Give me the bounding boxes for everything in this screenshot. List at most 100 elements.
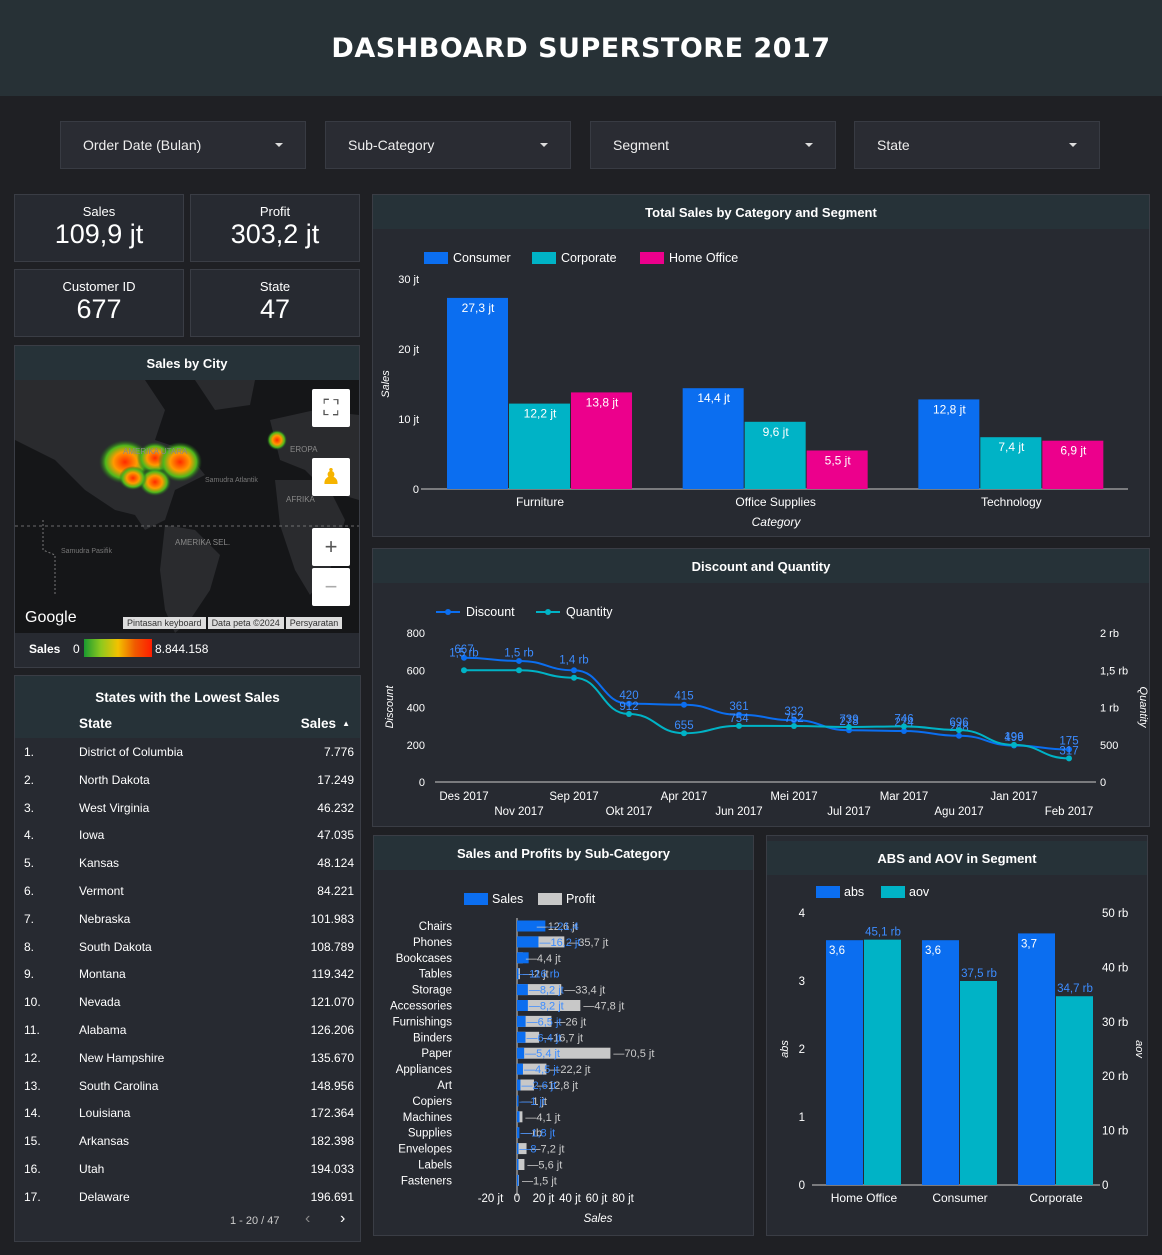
row-sales: 196.691 [310, 1189, 354, 1204]
table-row[interactable]: 6. Vermont 84.221 [15, 877, 360, 905]
zoom-out-button[interactable]: − [312, 568, 350, 606]
table-row[interactable]: 12. New Hampshire 135.670 [15, 1044, 360, 1072]
legend-swatch [464, 893, 488, 905]
row-sales: 172.364 [310, 1106, 354, 1121]
x-tick-label: Feb 2017 [1045, 806, 1094, 818]
row-state: District of Columbia [79, 745, 184, 759]
chart-title: Total Sales by Category and Segment [373, 195, 1149, 229]
data-label: 361 [729, 701, 748, 713]
next-page-icon[interactable]: › [340, 1210, 345, 1228]
pegman-icon[interactable]: ♟ [312, 458, 350, 496]
fullscreen-icon[interactable]: ⛶ [312, 389, 350, 427]
filter-segment[interactable]: Segment [590, 121, 836, 169]
sales-bar [517, 1111, 520, 1123]
table-row[interactable]: 5. Kansas 48.124 [15, 849, 360, 877]
y-tick-label: 10 jt [398, 414, 419, 426]
abs-aov-chart-panel: ABS and AOV in Segment abs aov 0 1 2 3 4 0 10 rb… [766, 835, 1148, 1236]
map-label-af: AFRIKA [286, 495, 316, 504]
category-label: Consumer [932, 1191, 987, 1205]
zoom-in-button[interactable]: + [312, 528, 350, 566]
table-row[interactable]: 3. West Virginia 46.232 [15, 794, 360, 822]
legend-label: Sales [492, 892, 523, 906]
discount-quantity-chart: Discount Quantity 0 200 400 600 800 0 500 1 rb 1,5… [384, 605, 1149, 818]
data-label: 1,4 rb [559, 655, 588, 667]
city-heatmap[interactable]: AMERIKA UTARA EROPA AFRIKA AMERIKA SEL. … [15, 380, 359, 633]
filter-state[interactable]: State [854, 121, 1100, 169]
y-tick-label: 4 [799, 908, 806, 920]
filter-label: Segment [613, 137, 670, 153]
sales-bar [517, 1031, 526, 1043]
map-legend-min: 0 [73, 642, 80, 656]
data-label: 754 [729, 713, 749, 725]
row-sales: 182.398 [310, 1134, 354, 1149]
terms-link[interactable]: Persyaratan [285, 617, 343, 629]
table-row[interactable]: 4. Iowa 47.035 [15, 821, 360, 849]
sales-label: —2,6 jt [521, 1080, 556, 1092]
filter-label: Sub-Category [348, 137, 435, 153]
row-number: 3. [24, 800, 35, 815]
profit-label: —4,4 jt [526, 953, 561, 965]
data-point [516, 667, 522, 674]
legend-label: Corporate [561, 251, 617, 265]
aov-bar [864, 939, 901, 1185]
prev-page-icon[interactable]: ‹ [305, 1210, 310, 1228]
filter-order-date[interactable]: Order Date (Bulan) [60, 121, 306, 169]
table-row[interactable]: 17. Delaware 196.691 [15, 1183, 360, 1211]
y-axis-label: abs [779, 1040, 791, 1058]
sales-label: —21,4 [546, 921, 578, 933]
dashboard-header: DASHBOARD SUPERSTORE 2017 [0, 0, 1162, 96]
filter-sub-category[interactable]: Sub-Category [325, 121, 571, 169]
row-state: Iowa [79, 828, 105, 843]
row-sales: 101.983 [310, 911, 354, 926]
x-axis-label: Category [752, 515, 802, 529]
aov-value-label: 45,1 rb [865, 927, 901, 939]
sales-bar [517, 984, 528, 996]
table-row[interactable]: 13. South Carolina 148.956 [15, 1072, 360, 1100]
sales-bar [517, 1127, 520, 1139]
category-label: Technology [981, 495, 1042, 509]
table-row[interactable]: 1. District of Columbia 7.776 [15, 738, 360, 766]
row-number: 2. [24, 772, 35, 787]
row-state: South Dakota [79, 939, 152, 954]
x-axis-label: Sales [584, 1213, 613, 1225]
table-row[interactable]: 10. Nevada 121.070 [15, 988, 360, 1016]
map-label-na: AMERIKA UTARA [123, 447, 188, 456]
table-row[interactable]: 9. Montana 119.342 [15, 960, 360, 988]
table-row[interactable]: 8. South Dakota 108.789 [15, 933, 360, 961]
sales-label: —5,4 jt [525, 1048, 560, 1060]
category-segment-chart-panel: Total Sales by Category and Segment Cons… [372, 194, 1150, 537]
column-header-state[interactable]: State [79, 716, 112, 731]
row-sales: 148.956 [310, 1078, 354, 1093]
table-row[interactable]: 2. North Dakota 17.249 [15, 766, 360, 794]
kpi-customer-id: Customer ID 677 [14, 269, 184, 337]
table-row[interactable]: 15. Arkansas 182.398 [15, 1127, 360, 1155]
abs-aov-chart: abs aov 0 1 2 3 4 0 10 rb 20 rb 30 rb 40 rb 50 rb abs… [779, 885, 1145, 1205]
table-row[interactable]: 14. Louisiana 172.364 [15, 1099, 360, 1127]
sales-label: —116 rb [518, 969, 559, 981]
sales-label: —6,5 jt [527, 1016, 562, 1028]
keyboard-shortcuts-link[interactable]: Pintasan keyboard [123, 617, 206, 629]
row-sales: 108.789 [310, 939, 354, 954]
x-tick-label: Nov 2017 [494, 806, 543, 818]
data-point [461, 667, 467, 674]
sales-bar [517, 1079, 521, 1091]
legend-label: Quantity [566, 605, 613, 619]
x-tick-label: 40 jt [559, 1193, 582, 1205]
sort-ascending-icon[interactable]: ▲ [342, 719, 350, 728]
y-tick-label: 800 [407, 628, 425, 640]
data-label: 499 [1004, 732, 1023, 744]
x-tick-label: Okt 2017 [606, 806, 653, 818]
row-number: 1. [24, 745, 35, 759]
category-label: Storage [412, 985, 452, 997]
legend-label: aov [909, 885, 930, 899]
row-state: South Carolina [79, 1078, 159, 1093]
column-header-sales[interactable]: Sales [301, 716, 336, 731]
category-label: Accessories [390, 1001, 452, 1013]
table-row[interactable]: 16. Utah 194.033 [15, 1155, 360, 1183]
table-row[interactable]: 7. Nebraska 101.983 [15, 905, 360, 933]
x-tick-label: Mar 2017 [880, 791, 929, 803]
bar-value-label: 12,8 jt [933, 402, 966, 416]
y-tick-label: 2 [799, 1044, 805, 1056]
sales-bar [517, 1159, 519, 1170]
table-row[interactable]: 11. Alabama 126.206 [15, 1016, 360, 1044]
